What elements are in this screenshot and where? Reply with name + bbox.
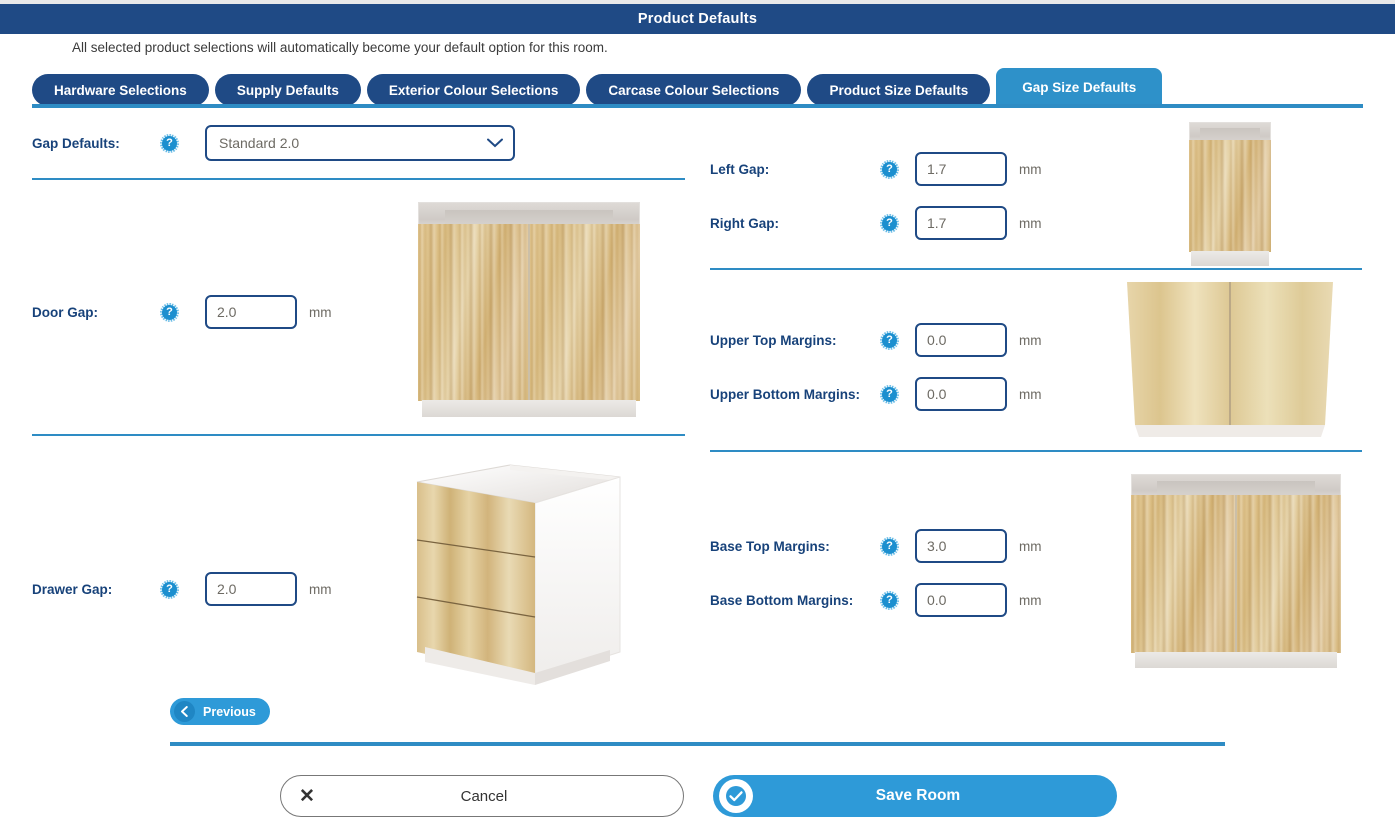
right-gap-input[interactable] xyxy=(915,206,1007,240)
question-mark-icon[interactable]: ? xyxy=(160,579,179,599)
tab-product-size-defaults[interactable]: Product Size Defaults xyxy=(807,74,991,106)
base-top-margins-input[interactable] xyxy=(915,529,1007,563)
upper-bottom-margins-unit: mm xyxy=(1019,386,1042,402)
tab-carcase-colour-selections[interactable]: Carcase Colour Selections xyxy=(586,74,802,106)
base-top-margins-row: Base Top Margins: ? mm xyxy=(710,529,1042,563)
upper-top-margins-row: Upper Top Margins: ? mm xyxy=(710,323,1042,357)
base-bottom-margins-label: Base Bottom Margins: xyxy=(710,592,854,608)
tab-underline xyxy=(32,104,1363,108)
base-top-margins-label: Base Top Margins: xyxy=(710,538,830,554)
upper-bottom-margins-label: Upper Bottom Margins: xyxy=(710,386,860,402)
upper-top-margins-label: Upper Top Margins: xyxy=(710,332,837,348)
base-bottom-margins-unit: mm xyxy=(1019,592,1042,608)
check-circle-icon xyxy=(719,779,753,813)
left-gap-label: Left Gap: xyxy=(710,161,770,177)
upper-wall-cabinet-two-door-image xyxy=(1121,282,1339,440)
page-title: Product Defaults xyxy=(637,11,758,27)
gap-defaults-select-value: Standard 2.0 xyxy=(205,125,515,161)
upper-top-margins-input[interactable] xyxy=(915,323,1007,357)
right-gap-label: Right Gap: xyxy=(710,215,779,231)
close-x-icon: ✕ xyxy=(299,785,315,807)
right-panel: Left Gap: ? mm Right Gap: ? mm xyxy=(697,112,1395,678)
divider-left-2 xyxy=(32,434,685,436)
left-gap-row: Left Gap: ? mm xyxy=(710,152,1042,186)
left-panel: Gap Defaults: ? Standard 2.0 Door Gap: ?… xyxy=(0,112,697,685)
drawer-gap-label: Drawer Gap: xyxy=(32,581,113,597)
save-room-button-label: Save Room xyxy=(875,787,961,804)
right-gap-row: Right Gap: ? mm xyxy=(710,206,1042,240)
base-cabinet-two-door-front-image-2 xyxy=(1131,474,1341,672)
left-gap-unit: mm xyxy=(1019,161,1042,177)
tab-bar: Hardware Selections Supply Defaults Exte… xyxy=(32,68,1163,106)
right-gap-unit: mm xyxy=(1019,215,1042,231)
previous-button[interactable]: Previous xyxy=(170,698,270,725)
divider-left-1 xyxy=(32,178,685,180)
question-mark-icon[interactable]: ? xyxy=(880,159,899,179)
gap-defaults-label: Gap Defaults: xyxy=(32,135,120,151)
upper-bottom-margins-row: Upper Bottom Margins: ? mm xyxy=(710,377,1042,411)
tab-hardware-selections[interactable]: Hardware Selections xyxy=(32,74,209,106)
drawer-gap-row: Drawer Gap: ? mm xyxy=(32,572,332,606)
base-cabinet-three-drawer-angled-image xyxy=(405,447,650,685)
product-defaults-page: Product Defaults All selected product se… xyxy=(0,0,1395,831)
divider-right-1 xyxy=(710,268,1362,270)
subtitle-text: All selected product selections will aut… xyxy=(72,40,608,55)
question-mark-icon[interactable]: ? xyxy=(160,133,179,153)
previous-button-label: Previous xyxy=(203,704,256,719)
tab-exterior-colour-selections[interactable]: Exterior Colour Selections xyxy=(366,74,581,106)
cancel-button[interactable]: ✕ Cancel xyxy=(280,775,684,817)
drawer-gap-input[interactable] xyxy=(205,572,297,606)
chevron-left-icon xyxy=(174,701,195,722)
tab-supply-defaults[interactable]: Supply Defaults xyxy=(214,74,361,106)
cancel-button-label: Cancel xyxy=(460,787,508,805)
question-mark-icon[interactable]: ? xyxy=(880,590,899,610)
door-gap-unit: mm xyxy=(309,304,332,320)
upper-bottom-margins-input[interactable] xyxy=(915,377,1007,411)
divider-right-2 xyxy=(710,450,1362,452)
save-room-button[interactable]: Save Room xyxy=(713,775,1117,817)
door-gap-input[interactable] xyxy=(205,295,297,329)
question-mark-icon[interactable]: ? xyxy=(880,536,899,556)
base-bottom-margins-input[interactable] xyxy=(915,583,1007,617)
question-mark-icon[interactable]: ? xyxy=(160,302,179,322)
gap-defaults-row: Gap Defaults: ? Standard 2.0 xyxy=(32,125,515,161)
drawer-gap-unit: mm xyxy=(309,581,332,597)
footer-divider xyxy=(170,742,1225,746)
tab-gap-size-defaults[interactable]: Gap Size Defaults xyxy=(996,68,1163,106)
header-bar: Product Defaults xyxy=(0,4,1395,34)
left-gap-input[interactable] xyxy=(915,152,1007,186)
upper-top-margins-unit: mm xyxy=(1019,332,1042,348)
door-gap-label: Door Gap: xyxy=(32,304,98,320)
question-mark-icon[interactable]: ? xyxy=(880,213,899,233)
question-mark-icon[interactable]: ? xyxy=(880,384,899,404)
base-bottom-margins-row: Base Bottom Margins: ? mm xyxy=(710,583,1042,617)
door-gap-row: Door Gap: ? mm xyxy=(32,295,332,329)
base-top-margins-unit: mm xyxy=(1019,538,1042,554)
tall-narrow-cabinet-front-image xyxy=(1189,122,1271,268)
base-cabinet-two-door-front-image xyxy=(418,202,640,422)
gap-defaults-select[interactable]: Standard 2.0 xyxy=(205,125,515,161)
question-mark-icon[interactable]: ? xyxy=(880,330,899,350)
